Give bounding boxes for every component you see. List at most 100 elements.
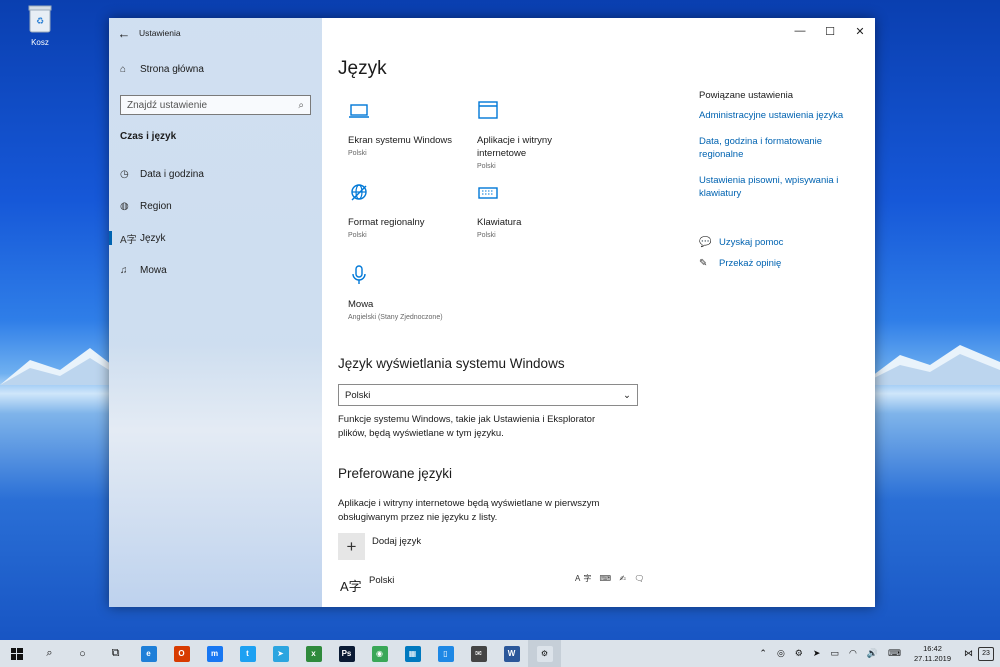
clock[interactable]: 16:42 27.11.2019 <box>914 644 951 664</box>
notification-count: 23 <box>982 650 990 657</box>
start-button[interactable] <box>0 640 33 667</box>
preferred-languages-heading: Preferowane języki <box>338 466 453 481</box>
preferred-languages-description: Aplikacje i witryny internetowe będą wyś… <box>338 498 600 523</box>
related-settings: Powiązane ustawienia Administracyjne ust… <box>699 90 869 213</box>
task-view-icon[interactable]: ⧉ <box>99 640 132 667</box>
close-icon[interactable]: ✕ <box>845 18 875 44</box>
taskbar: ⌕ ○ ⧉ e Om t ➤ x Ps ◉ ▦ ▯ ✉ W ⚙ ⌃ ◎ ⚙ ➤ ▭ ◠ 🔊 ⌨ 16:… <box>0 640 1000 667</box>
telegram-icon: ➤ <box>272 645 289 662</box>
keyboard-icon <box>477 182 597 212</box>
add-language-label[interactable]: Dodaj język <box>372 536 421 547</box>
settings-nav: ← Ustawienia ⌂ Strona główna Znajdź usta… <box>109 18 322 607</box>
display-language-select[interactable]: Polski ⌄ <box>338 384 638 406</box>
tile-speech[interactable]: Mowa Angielski (Stany Zjednoczone) <box>348 264 498 321</box>
notification-center[interactable]: 23 <box>978 646 994 661</box>
search-input[interactable]: Znajdź ustawienie ⌕ <box>120 95 311 115</box>
feedback-icon: ✎ <box>699 258 708 269</box>
cortana-icon[interactable]: ○ <box>66 640 99 667</box>
twitter-icon: t <box>239 645 256 662</box>
keyboard-layout-icon[interactable]: ⌨ <box>888 648 901 659</box>
taskbar-app-chrome[interactable]: ◉ <box>363 640 396 667</box>
link-spelling-typing[interactable]: Ustawienia pisowni, wpisywania i klawiat… <box>699 174 869 200</box>
tile-subtitle: Polski <box>477 163 496 170</box>
messenger-icon: m <box>206 645 223 662</box>
taskbar-app-trello[interactable]: ▦ <box>396 640 429 667</box>
chrome-icon: ◉ <box>371 645 388 662</box>
tile-keyboard[interactable]: Klawiatura Polski <box>477 182 597 239</box>
phone-icon: ▯ <box>437 645 454 662</box>
link-date-time-format[interactable]: Data, godzina i formatowanie regionalne <box>699 135 869 161</box>
nav-item-language[interactable]: A字 Język <box>109 222 322 254</box>
svg-text:♻: ♻ <box>36 16 44 26</box>
recycle-bin-icon: ♻ <box>28 5 52 33</box>
nav-item-label: Mowa <box>140 264 167 276</box>
tile-regional-format[interactable]: Format regionalny Polski <box>348 182 468 239</box>
tile-title: Ekran systemu Windows <box>348 135 453 146</box>
microphone-icon: ♫ <box>120 264 128 276</box>
volume-icon[interactable]: 🔊 <box>867 648 878 659</box>
recycle-bin-label: Kosz <box>31 38 49 47</box>
tray-app-icon[interactable]: ⚙ <box>795 648 803 659</box>
office-icon: O <box>173 645 190 662</box>
microphone-icon <box>348 264 498 294</box>
battery-icon[interactable]: ▭ <box>830 648 839 659</box>
taskbar-app-telegram[interactable]: ➤ <box>264 640 297 667</box>
taskbar-app-mail[interactable]: ✉ <box>462 640 495 667</box>
wifi-icon[interactable]: ◠ <box>849 648 857 659</box>
trello-icon: ▦ <box>404 645 421 662</box>
language-item-name[interactable]: Polski <box>369 575 394 586</box>
taskbar-app-twitter[interactable]: t <box>231 640 264 667</box>
chevron-up-icon[interactable]: ⌃ <box>759 648 767 659</box>
nav-item-date-time[interactable]: ◷ Data i godzina <box>109 158 322 190</box>
taskbar-app-settings[interactable]: ⚙ <box>528 640 561 667</box>
add-language-button[interactable]: + <box>338 533 365 560</box>
clock-icon: ◷ <box>120 168 129 180</box>
tile-apps-websites[interactable]: Aplikacje i witryny internetowe Polski <box>477 100 597 170</box>
clock-time: 16:42 <box>923 643 942 653</box>
taskbar-app-photoshop[interactable]: Ps <box>330 640 363 667</box>
nav-home[interactable]: ⌂ Strona główna <box>109 56 322 82</box>
nav-item-speech[interactable]: ♫ Mowa <box>109 254 322 286</box>
tile-title: Mowa <box>348 299 374 310</box>
edge-icon: e <box>140 645 157 662</box>
search-icon[interactable]: ⌕ <box>33 640 66 667</box>
word-icon: W <box>503 645 520 662</box>
nav-item-label: Region <box>140 200 172 212</box>
recycle-bin[interactable]: ♻ Kosz <box>22 4 58 47</box>
tray-icon[interactable]: ⋈ <box>964 648 973 659</box>
help-chat-icon: 💬 <box>699 237 712 248</box>
minimize-icon[interactable]: — <box>785 18 815 44</box>
get-help-link[interactable]: 💬 Uzyskaj pomoc <box>699 232 783 253</box>
taskbar-app-office[interactable]: O <box>165 640 198 667</box>
tile-subtitle: Polski <box>477 232 496 239</box>
tray-app-icon[interactable]: ◎ <box>777 648 785 659</box>
settings-window: ← Ustawienia ⌂ Strona główna Znajdź usta… <box>109 18 875 607</box>
nav-item-label: Data i godzina <box>140 168 204 180</box>
maximize-icon[interactable]: ☐ <box>815 18 845 44</box>
tile-title: Aplikacje i witryny internetowe <box>477 135 552 159</box>
tile-title: Format regionalny <box>348 217 425 228</box>
settings-main: — ☐ ✕ Język Ekran systemu Windows Polski… <box>322 18 875 607</box>
mail-icon: ✉ <box>470 645 487 662</box>
settings-icon: ⚙ <box>536 645 553 662</box>
taskbar-app-edge[interactable]: e <box>132 640 165 667</box>
clock-date: 27.11.2019 <box>914 653 951 663</box>
language-icon: A字 <box>340 579 362 594</box>
feedback-link[interactable]: ✎ Przekaż opinię <box>699 253 783 274</box>
link-admin-language[interactable]: Administracyjne ustawienia języka <box>699 109 869 122</box>
nav-section-title: Czas i język <box>120 131 177 142</box>
window-controls: — ☐ ✕ <box>785 18 875 44</box>
taskbar-app-messenger[interactable]: m <box>198 640 231 667</box>
tile-windows-display[interactable]: Ekran systemu Windows Polski <box>348 100 468 157</box>
taskbar-app-spreadsheet[interactable]: x <box>297 640 330 667</box>
window-icon <box>477 100 597 130</box>
tile-subtitle: Polski <box>348 150 367 157</box>
spreadsheet-icon: x <box>305 645 322 662</box>
back-arrow-icon[interactable]: ← <box>109 26 139 41</box>
search-icon: ⌕ <box>298 99 304 111</box>
taskbar-app-word[interactable]: W <box>495 640 528 667</box>
taskbar-app-phone[interactable]: ▯ <box>429 640 462 667</box>
nav-item-region[interactable]: ◍ Region <box>109 190 322 222</box>
telegram-icon[interactable]: ➤ <box>813 648 821 659</box>
title-bar: ← Ustawienia <box>109 18 322 48</box>
